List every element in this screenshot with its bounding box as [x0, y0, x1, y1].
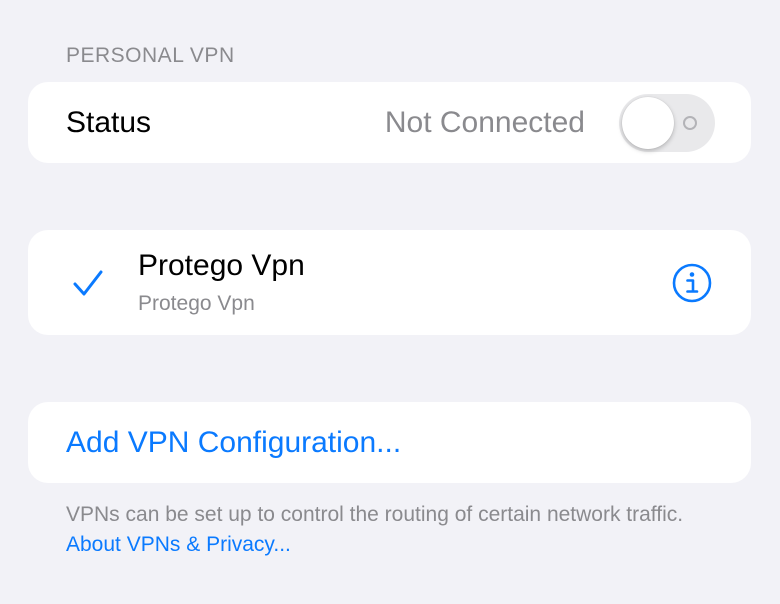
status-label: Status: [66, 106, 152, 139]
about-vpns-privacy-link[interactable]: About VPNs & Privacy...: [66, 533, 291, 556]
vpn-status-toggle[interactable]: [619, 94, 715, 152]
status-value: Not Connected: [384, 106, 585, 139]
add-vpn-configuration-row[interactable]: Add VPN Configuration...: [28, 402, 751, 483]
vpn-configuration-row[interactable]: Protego Vpn Protego Vpn: [28, 230, 751, 335]
add-vpn-configuration-button[interactable]: Add VPN Configuration...: [66, 426, 401, 460]
footer-note: VPNs can be set up to control the routin…: [66, 500, 726, 560]
checkmark-icon: [73, 270, 103, 296]
vpn-subtitle: Protego Vpn: [138, 292, 255, 315]
section-header-personal-vpn: PERSONAL VPN: [66, 44, 235, 67]
vpn-name: Protego Vpn: [138, 249, 305, 282]
status-row: Status Not Connected: [28, 82, 751, 163]
info-circle-icon[interactable]: [672, 263, 712, 303]
footer-text: VPNs can be set up to control the routin…: [66, 503, 684, 526]
toggle-knob: [622, 97, 674, 149]
toggle-off-indicator-icon: [683, 116, 697, 130]
